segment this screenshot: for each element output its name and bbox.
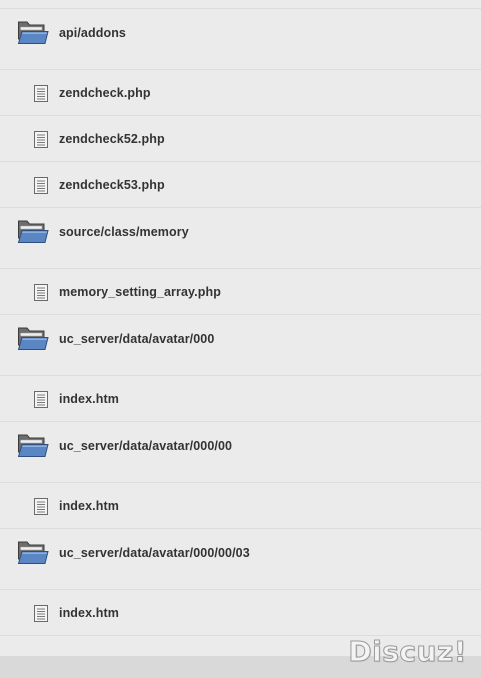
file-icon: [34, 284, 48, 306]
file-name-label: zendcheck53.php: [59, 178, 165, 192]
file-row[interactable]: memory_setting_array.php: [0, 268, 481, 314]
folder-icon: [17, 432, 49, 463]
file-icon: [34, 605, 48, 627]
file-row[interactable]: zendcheck52.php: [0, 115, 481, 161]
file-icon: [34, 131, 48, 153]
folder-path-label: uc_server/data/avatar/000/00: [59, 439, 233, 453]
file-icon: [34, 177, 48, 199]
folder-row[interactable]: uc_server/data/avatar/000/00/03: [0, 528, 481, 589]
file-icon: [34, 391, 48, 413]
folder-icon: [17, 539, 49, 570]
file-icon: [34, 85, 48, 107]
file-name-label: index.htm: [59, 606, 119, 620]
folder-path-label: source/class/memory: [59, 225, 189, 239]
folder-icon: [17, 325, 49, 356]
folder-icon: [17, 218, 49, 249]
file-row[interactable]: index.htm: [0, 375, 481, 421]
discuz-watermark-logo: Discuz!: [348, 635, 467, 669]
folder-row[interactable]: source/class/memory: [0, 207, 481, 268]
file-name-label: index.htm: [59, 392, 119, 406]
folder-path-label: uc_server/data/avatar/000/00/03: [59, 546, 250, 560]
file-row[interactable]: zendcheck53.php: [0, 161, 481, 207]
folder-row[interactable]: uc_server/data/avatar/000: [0, 314, 481, 375]
folder-row[interactable]: api/addons: [0, 8, 481, 69]
folder-path-label: uc_server/data/avatar/000: [59, 332, 215, 346]
file-name-label: index.htm: [59, 499, 119, 513]
file-row[interactable]: index.htm: [0, 482, 481, 528]
folder-icon: [17, 19, 49, 50]
file-name-label: memory_setting_array.php: [59, 285, 221, 299]
file-name-label: zendcheck.php: [59, 86, 151, 100]
file-icon: [34, 498, 48, 520]
folder-path-label: api/addons: [59, 26, 126, 40]
file-name-label: zendcheck52.php: [59, 132, 165, 146]
file-row[interactable]: zendcheck.php: [0, 69, 481, 115]
file-row[interactable]: index.htm: [0, 589, 481, 635]
folder-row[interactable]: uc_server/data/avatar/000/00: [0, 421, 481, 482]
